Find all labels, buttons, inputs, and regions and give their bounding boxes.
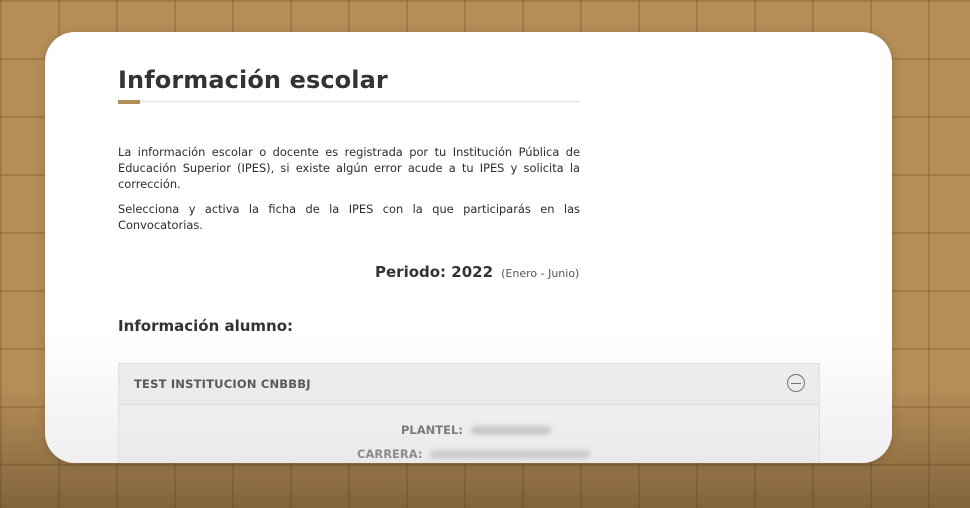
carrera-field: CARRERA: (357, 447, 591, 461)
plantel-value-redacted (470, 426, 551, 435)
instruction-paragraph: Selecciona y activa la ficha de la IPES … (118, 202, 580, 232)
minus-circle-icon[interactable] (787, 374, 805, 392)
main-card: Información escolar La información escol… (45, 32, 892, 463)
title-divider (118, 101, 580, 102)
institution-name: TEST INSTITUCION CNBBBJ (134, 377, 311, 391)
page-title: Información escolar (118, 66, 388, 94)
period-label: Periodo: 2022 (375, 263, 494, 281)
title-accent-bar (118, 100, 140, 104)
institution-panel-header[interactable]: TEST INSTITUCION CNBBBJ (119, 364, 819, 405)
plantel-field: PLANTEL: (401, 423, 551, 437)
student-info-title: Información alumno: (118, 317, 294, 335)
period-info: Periodo: 2022 (Enero - Junio) (375, 262, 579, 281)
intro-paragraph: La información escolar o docente es regi… (118, 145, 580, 191)
carrera-label: CARRERA: (357, 447, 423, 461)
institution-panel: TEST INSTITUCION CNBBBJ PLANTEL: CARRERA… (118, 363, 820, 463)
carrera-value-redacted (430, 450, 591, 459)
plantel-label: PLANTEL: (401, 423, 463, 437)
period-range: (Enero - Junio) (501, 267, 580, 280)
